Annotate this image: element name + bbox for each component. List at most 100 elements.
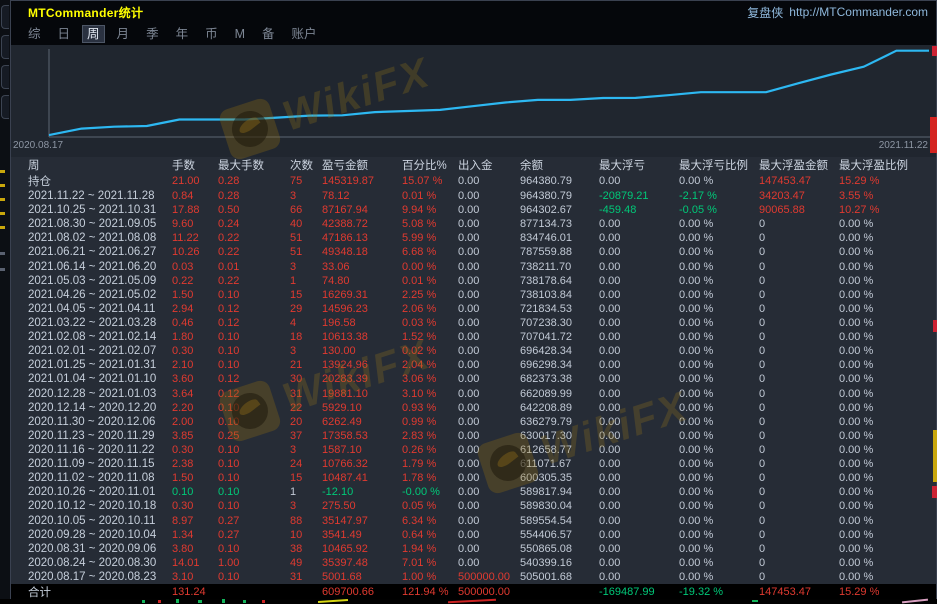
table-cell: 87167.94 xyxy=(322,204,402,216)
table-row[interactable]: 2021.06.21 ~ 2021.06.2710.260.225149348.… xyxy=(11,245,936,259)
table-cell: 9.60 xyxy=(172,218,218,230)
background-candle-fragment xyxy=(198,600,202,603)
table-cell: 0.00 % xyxy=(679,261,759,273)
table-cell: 0.00 % xyxy=(679,345,759,357)
table-cell: 0.50 xyxy=(218,204,290,216)
column-header: 手数 xyxy=(172,157,218,173)
table-cell: 964380.79 xyxy=(520,175,599,187)
menu-item-账户[interactable]: 账户 xyxy=(288,26,321,42)
table-cell: 0.00 xyxy=(599,515,679,527)
menu-item-年[interactable]: 年 xyxy=(172,26,193,42)
table-cell: 0.00 xyxy=(599,402,679,414)
table-cell: 0.00 xyxy=(458,218,520,230)
table-cell: -19.32 % xyxy=(679,586,759,598)
table-cell: 0.30 xyxy=(172,500,218,512)
table-cell: -459.48 xyxy=(599,204,679,216)
table-row[interactable]: 2021.03.22 ~ 2021.03.280.460.124196.580.… xyxy=(11,316,936,330)
column-header: 最大浮盈金额 xyxy=(759,157,839,173)
row-label: 2021.01.04 ~ 2021.01.10 xyxy=(28,373,172,385)
table-row[interactable]: 2020.11.30 ~ 2020.12.062.000.10206262.49… xyxy=(11,415,936,429)
table-row[interactable]: 2020.08.31 ~ 2020.09.063.800.103810465.9… xyxy=(11,542,936,556)
table-cell: 0.22 xyxy=(218,275,290,287)
table-cell: 0.00 % xyxy=(839,416,936,428)
table-cell: 0.10 xyxy=(218,543,290,555)
row-label: 2021.02.08 ~ 2021.02.14 xyxy=(28,331,172,343)
table-row[interactable]: 2020.11.02 ~ 2020.11.081.500.101510487.4… xyxy=(11,471,936,485)
table-row[interactable]: 2020.11.16 ~ 2020.11.220.300.1031587.100… xyxy=(11,443,936,457)
table-cell: 0.00 % xyxy=(679,232,759,244)
table-cell: 630017.30 xyxy=(520,430,599,442)
table-row[interactable]: 2021.04.05 ~ 2021.04.112.940.122914596.2… xyxy=(11,302,936,316)
table-cell: 0 xyxy=(759,515,839,527)
title-bar[interactable]: MTCommander统计 复盘侠 http://MTCommander.com xyxy=(11,1,936,23)
background-line-fragment xyxy=(902,599,928,604)
brand-url-link[interactable]: http://MTCommander.com xyxy=(789,5,928,19)
table-row[interactable]: 2020.08.17 ~ 2020.08.233.100.10315001.68… xyxy=(11,570,936,584)
table-row[interactable]: 2021.01.25 ~ 2021.01.312.100.102113924.9… xyxy=(11,358,936,372)
table-row[interactable]: 2020.11.23 ~ 2020.11.293.850.253717358.5… xyxy=(11,429,936,443)
menu-item-月[interactable]: 月 xyxy=(113,26,134,42)
equity-line xyxy=(49,51,929,135)
menu-item-币[interactable]: 币 xyxy=(201,26,222,42)
table-cell: 0.64 % xyxy=(402,529,458,541)
table-row[interactable]: 2020.12.28 ~ 2021.01.033.640.123119881.1… xyxy=(11,387,936,401)
table-cell: 0.28 xyxy=(218,190,290,202)
table-cell: 0.00 % xyxy=(679,289,759,301)
table-row[interactable]: 2021.11.22 ~ 2021.11.280.840.28378.120.0… xyxy=(11,189,936,203)
table-row[interactable]: 2020.09.28 ~ 2020.10.041.340.27103541.49… xyxy=(11,528,936,542)
table-row[interactable]: 2020.12.14 ~ 2020.12.202.200.10225929.10… xyxy=(11,401,936,415)
table-row[interactable]: 持仓21.000.2875145319.8715.07 %0.00964380.… xyxy=(11,173,936,189)
table-cell: 0.00 xyxy=(458,359,520,371)
total-row[interactable]: 合计131.24609700.66121.94 %500000.00-16948… xyxy=(11,584,936,600)
table-row[interactable]: 2020.08.24 ~ 2020.08.3014.011.004935397.… xyxy=(11,556,936,570)
table-cell: 15 xyxy=(290,472,322,484)
table-cell: 0.00 % xyxy=(679,557,759,569)
table-row[interactable]: 2021.08.30 ~ 2021.09.059.600.244042388.7… xyxy=(11,217,936,231)
table-row[interactable]: 2021.02.01 ~ 2021.02.070.300.103130.000.… xyxy=(11,344,936,358)
table-cell: 49 xyxy=(290,557,322,569)
table-row[interactable]: 2021.10.25 ~ 2021.10.3117.880.506687167.… xyxy=(11,203,936,217)
table-cell: 682373.38 xyxy=(520,373,599,385)
menu-item-备[interactable]: 备 xyxy=(258,26,279,42)
table-cell: 707238.30 xyxy=(520,317,599,329)
table-row[interactable]: 2020.10.26 ~ 2020.11.010.100.101-12.10-0… xyxy=(11,485,936,499)
menu-bar: 综日周月季年币M备账户 xyxy=(11,23,936,45)
menu-item-M[interactable]: M xyxy=(231,26,249,42)
table-row[interactable]: 2021.02.08 ~ 2021.02.141.800.101810613.3… xyxy=(11,330,936,344)
table-row[interactable]: 2021.05.03 ~ 2021.05.090.220.22174.800.0… xyxy=(11,274,936,288)
table-cell: 0.00 % xyxy=(679,458,759,470)
table-row[interactable]: 2021.01.04 ~ 2021.01.103.600.123020283.3… xyxy=(11,372,936,386)
table-row[interactable]: 2021.04.26 ~ 2021.05.021.500.101516269.3… xyxy=(11,288,936,302)
table-cell: 10487.41 xyxy=(322,472,402,484)
table-cell: 7.01 % xyxy=(402,557,458,569)
table-cell: 0 xyxy=(759,486,839,498)
table-cell: 40 xyxy=(290,218,322,230)
table-row[interactable]: 2021.08.02 ~ 2021.08.0811.220.225147186.… xyxy=(11,231,936,245)
screen: { "window": { "title": "MTCommander统计", … xyxy=(0,0,937,604)
table-cell: 0.12 xyxy=(218,303,290,315)
table-cell: 0.00 xyxy=(599,388,679,400)
table-cell: 721834.53 xyxy=(520,303,599,315)
column-header: 余额 xyxy=(520,157,599,173)
menu-item-季[interactable]: 季 xyxy=(142,26,163,42)
table-cell: 33.06 xyxy=(322,261,402,273)
table-cell: 147453.47 xyxy=(759,175,839,187)
table-cell: 0.00 xyxy=(458,317,520,329)
table-cell: 0.00 xyxy=(458,416,520,428)
table-row[interactable]: 2020.10.12 ~ 2020.10.180.300.103275.500.… xyxy=(11,499,936,513)
menu-item-综[interactable]: 综 xyxy=(24,26,45,42)
table-cell: 0.00 xyxy=(599,317,679,329)
table-cell: 0.00 xyxy=(458,175,520,187)
table-cell: 0.00 % xyxy=(679,275,759,287)
table-row[interactable]: 2020.11.09 ~ 2020.11.152.380.102410766.3… xyxy=(11,457,936,471)
table-cell: 0.10 xyxy=(218,331,290,343)
table-cell: 3.85 xyxy=(172,430,218,442)
table-cell: 10613.38 xyxy=(322,331,402,343)
table-row[interactable]: 2020.10.05 ~ 2020.10.118.970.278835147.9… xyxy=(11,514,936,528)
menu-item-周[interactable]: 周 xyxy=(83,26,104,42)
table-cell: 2.00 xyxy=(172,416,218,428)
table-cell: 0.00 % xyxy=(679,486,759,498)
table-cell: 0.00 % xyxy=(679,430,759,442)
table-row[interactable]: 2021.06.14 ~ 2021.06.200.030.01333.060.0… xyxy=(11,260,936,274)
menu-item-日[interactable]: 日 xyxy=(54,26,75,42)
